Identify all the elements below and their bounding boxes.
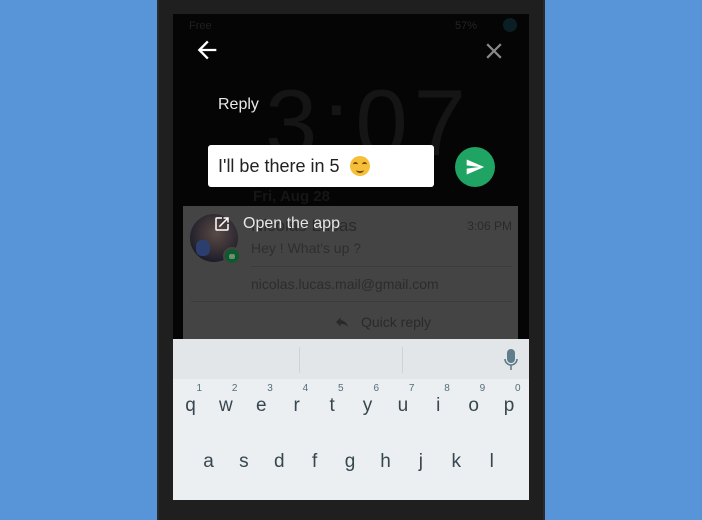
keyboard: q1w2e3r4t5y6u7i8o9p0 asdfghjkl xyxy=(173,339,529,500)
battery-label: 57% xyxy=(454,20,477,32)
key-y[interactable]: y6 xyxy=(350,381,385,425)
sender-email: nicolas.lucas.mail@gmail.com xyxy=(251,276,439,292)
suggestion-separator xyxy=(402,347,403,373)
divider xyxy=(191,301,512,302)
key-d[interactable]: d xyxy=(262,437,297,481)
send-icon xyxy=(466,159,485,175)
suggestion-separator xyxy=(299,347,300,373)
key-a[interactable]: a xyxy=(191,437,226,481)
key-label: u xyxy=(397,395,409,416)
key-hint: 5 xyxy=(338,383,344,394)
key-label: k xyxy=(451,451,462,472)
arrow-back-icon xyxy=(197,40,217,60)
account-dot-icon xyxy=(503,18,517,32)
open-in-new-icon xyxy=(215,217,229,231)
key-label: q xyxy=(185,395,196,416)
key-f[interactable]: f xyxy=(297,437,332,481)
key-hint: 6 xyxy=(373,383,379,394)
status-bar: Free 57% xyxy=(173,14,529,38)
key-hint: 1 xyxy=(196,383,202,394)
hangouts-badge-icon xyxy=(223,247,241,265)
key-label: i xyxy=(436,395,441,416)
key-hint: 0 xyxy=(515,383,521,394)
send-button[interactable] xyxy=(455,147,495,187)
key-r[interactable]: r4 xyxy=(279,381,314,425)
key-e[interactable]: e3 xyxy=(244,381,279,425)
key-label: o xyxy=(468,395,479,416)
notification-message: Hey ! What's up ? xyxy=(251,240,362,256)
key-label: t xyxy=(329,395,335,416)
key-label: s xyxy=(239,451,249,472)
key-h[interactable]: h xyxy=(368,437,403,481)
voice-input-button[interactable] xyxy=(504,349,518,376)
quick-reply-button[interactable]: Quick reply xyxy=(333,314,431,330)
reply-input-text: I'll be there in 5 xyxy=(218,155,340,176)
back-button[interactable] xyxy=(193,36,221,64)
key-label: e xyxy=(256,395,267,416)
key-label: h xyxy=(380,451,391,472)
key-label: w xyxy=(219,395,233,416)
key-hint: 3 xyxy=(267,383,273,394)
reply-icon xyxy=(336,317,348,328)
key-o[interactable]: o9 xyxy=(456,381,491,425)
key-u[interactable]: u7 xyxy=(385,381,420,425)
key-hint: 2 xyxy=(231,383,238,394)
key-k[interactable]: k xyxy=(439,437,474,481)
reply-label: Reply xyxy=(218,96,259,113)
key-hint: 4 xyxy=(302,383,309,394)
suggestion-strip xyxy=(173,339,529,379)
key-hint: 9 xyxy=(479,383,486,394)
key-p[interactable]: p0 xyxy=(492,381,527,425)
quick-reply-label: Quick reply xyxy=(361,314,432,330)
key-hint: 8 xyxy=(444,383,450,394)
key-j[interactable]: j xyxy=(403,437,438,481)
lockscreen-date: Fri, Aug 28 xyxy=(253,188,330,205)
close-icon xyxy=(486,43,502,59)
key-label: l xyxy=(489,451,494,472)
key-w[interactable]: w2 xyxy=(208,381,243,425)
key-i[interactable]: i8 xyxy=(421,381,456,425)
phone-screen: Free 57% 3:07 Fri, Aug 28 Reply I'll be … xyxy=(173,14,529,500)
close-button[interactable] xyxy=(481,38,507,64)
key-label: a xyxy=(203,451,214,472)
key-q[interactable]: q1 xyxy=(173,381,208,425)
key-hint: 7 xyxy=(408,383,415,394)
key-l[interactable]: l xyxy=(474,437,509,481)
key-label: y xyxy=(362,395,373,416)
key-label: g xyxy=(344,451,356,472)
notification-time: 3:06 PM xyxy=(467,219,512,233)
microphone-icon xyxy=(504,349,518,370)
key-label: j xyxy=(418,451,423,472)
key-label: r xyxy=(293,395,300,416)
open-app-button[interactable]: Open the app xyxy=(213,215,340,233)
key-g[interactable]: g xyxy=(333,437,368,481)
reply-input[interactable]: I'll be there in 5 xyxy=(208,145,434,187)
key-label: p xyxy=(503,395,515,416)
carrier-label: Free xyxy=(189,20,212,32)
open-app-label: Open the app xyxy=(243,215,340,232)
key-label: f xyxy=(312,451,318,472)
divider xyxy=(251,266,512,267)
key-t[interactable]: t5 xyxy=(315,381,350,425)
smiling-face-icon xyxy=(349,156,370,176)
key-label: d xyxy=(274,451,285,472)
key-s[interactable]: s xyxy=(226,437,261,481)
